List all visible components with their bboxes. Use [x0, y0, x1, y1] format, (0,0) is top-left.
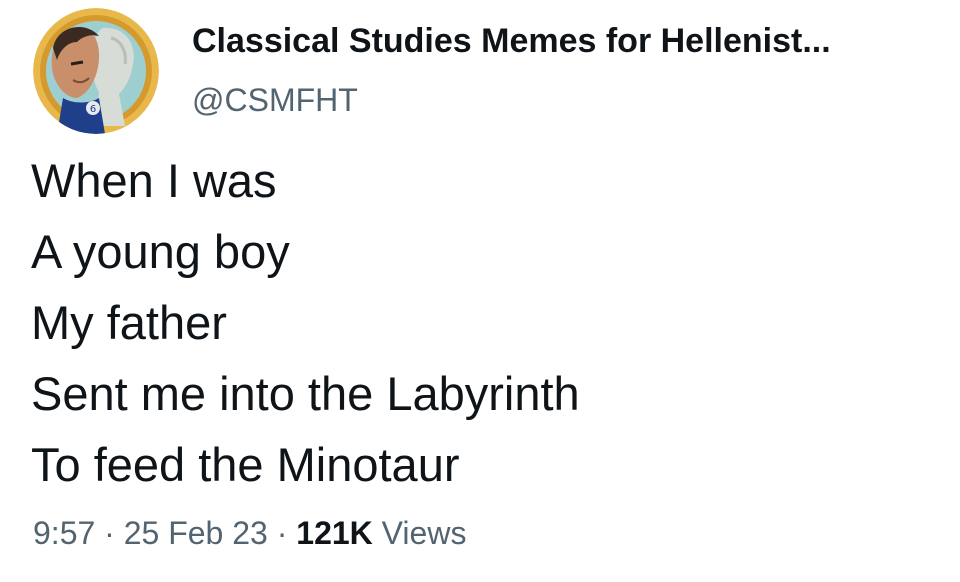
meta-separator: · — [276, 515, 288, 551]
tweet-text-line: A young boy — [31, 225, 290, 278]
tweet-text-line: When I was — [31, 154, 277, 207]
svg-text:6: 6 — [90, 104, 96, 115]
author-handle[interactable]: @CSMFHT — [192, 80, 358, 120]
profile-avatar-marble-bust-icon: 6 — [33, 8, 159, 134]
author-display-name[interactable]: Classical Studies Memes for Hellenist... — [192, 20, 831, 62]
tweet-time[interactable]: 9:57 — [33, 515, 95, 551]
tweet-metadata: 9:57 · 25 Feb 23 · 121K Views — [33, 513, 466, 553]
tweet-text-line: Sent me into the Labyrinth — [31, 367, 580, 420]
tweet-card: 6 Classical Studies Memes for Hellenist.… — [0, 0, 960, 582]
tweet-text-line: My father — [31, 296, 227, 349]
tweet-date[interactable]: 25 Feb 23 — [124, 515, 268, 551]
author-avatar[interactable]: 6 — [33, 8, 159, 134]
tweet-text: When I was A young boy My father Sent me… — [31, 145, 931, 500]
tweet-text-line: To feed the Minotaur — [31, 438, 460, 491]
views-count[interactable]: 121K — [296, 515, 373, 551]
meta-separator: · — [104, 515, 115, 551]
views-label: Views — [381, 515, 467, 551]
